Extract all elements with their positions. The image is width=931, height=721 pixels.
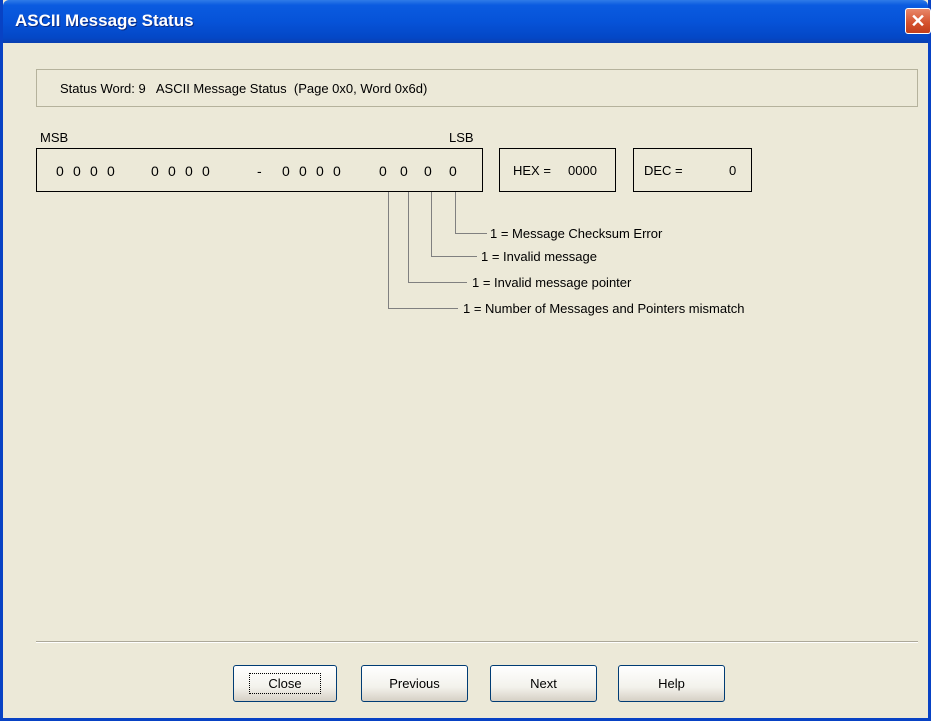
bit-15: 0 [56, 163, 64, 179]
status-word-text: Status Word: 9 ASCII Message Status (Pag… [60, 81, 428, 96]
desc-invalid-message: 1 = Invalid message [481, 249, 597, 264]
ascii-message-status-dialog: ASCII Message Status ✕ Status Word: 9 AS… [0, 0, 931, 721]
bit-9: 0 [185, 163, 193, 179]
connector-line [431, 192, 432, 257]
desc-invalid-pointer: 1 = Invalid message pointer [472, 275, 632, 290]
bit-12: 0 [107, 163, 115, 179]
window-title: ASCII Message Status [15, 11, 194, 30]
connector-line [455, 233, 487, 234]
bit-3: 0 [379, 163, 387, 179]
bit-7: 0 [282, 163, 290, 179]
status-word-panel: Status Word: 9 ASCII Message Status (Pag… [36, 69, 918, 107]
connector-line [408, 282, 467, 283]
bit-14: 0 [73, 163, 81, 179]
bit-13: 0 [90, 163, 98, 179]
bit-6: 0 [299, 163, 307, 179]
bit-1: 0 [424, 163, 432, 179]
bit-5: 0 [316, 163, 324, 179]
connector-line [455, 192, 456, 234]
bit-4: 0 [333, 163, 341, 179]
connector-line [388, 308, 458, 309]
help-button[interactable]: Help [618, 665, 725, 702]
connector-line [431, 256, 477, 257]
hex-label: HEX = [513, 163, 551, 178]
byte-separator: - [257, 163, 262, 179]
dec-value-box: DEC = 0 [633, 148, 752, 192]
bit-8: 0 [202, 163, 210, 179]
help-button-label: Help [658, 676, 685, 691]
dec-value: 0 [729, 163, 737, 178]
connector-line [388, 192, 389, 309]
desc-checksum-error: 1 = Message Checksum Error [490, 226, 663, 241]
previous-button[interactable]: Previous [361, 665, 468, 702]
close-button[interactable]: Close [233, 665, 337, 702]
title-bar[interactable]: ASCII Message Status ✕ [3, 0, 931, 43]
previous-button-label: Previous [389, 676, 440, 691]
close-button-label: Close [249, 673, 321, 694]
next-button-label: Next [530, 676, 557, 691]
msb-label: MSB [40, 130, 69, 145]
bit-10: 0 [168, 163, 176, 179]
hex-value-box: HEX = 0000 [499, 148, 616, 192]
bit-field-display: 0 0 0 0 0 0 0 0 - 0 0 0 0 0 0 0 0 [36, 148, 483, 192]
close-window-icon[interactable]: ✕ [905, 8, 931, 34]
bit-11: 0 [151, 163, 159, 179]
desc-count-mismatch: 1 = Number of Messages and Pointers mism… [463, 301, 745, 316]
next-button[interactable]: Next [490, 665, 597, 702]
connector-line [408, 192, 409, 283]
bit-2: 0 [400, 163, 408, 179]
dec-label: DEC = [644, 163, 683, 178]
lsb-label: LSB [449, 130, 474, 145]
hex-value: 0000 [568, 163, 597, 178]
divider-highlight [36, 642, 918, 643]
bit-0: 0 [449, 163, 457, 179]
